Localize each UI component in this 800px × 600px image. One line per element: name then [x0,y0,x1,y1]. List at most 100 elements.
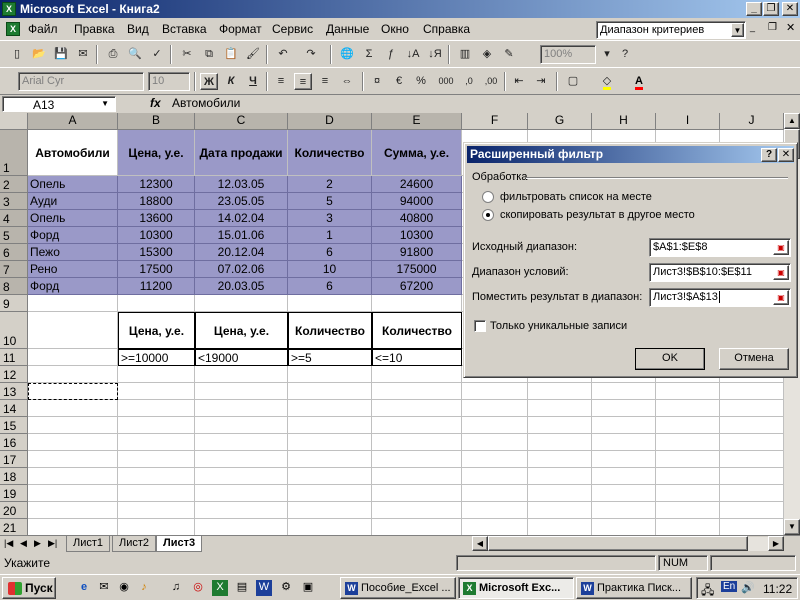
grid-cell[interactable] [462,502,528,519]
grid-cell[interactable] [372,502,462,519]
align-left-icon[interactable]: ≡ [272,73,290,90]
grid-cell[interactable] [528,485,592,502]
sort-desc-icon[interactable]: ↓Я [426,46,444,63]
dialog-title-bar[interactable]: Расширенный фильтр ? ✕ [467,146,794,163]
table-cell[interactable]: 10 [288,261,372,278]
mail-icon[interactable]: ✉ [74,46,92,63]
table-header-cell[interactable]: Цена, у.е. [118,130,195,176]
grid-cell[interactable] [720,468,784,485]
grid-cell[interactable] [372,400,462,417]
currency-icon[interactable]: ¤ [368,73,386,90]
grid-cell[interactable] [592,502,656,519]
criteria-value-cell[interactable]: <=10 [372,349,462,366]
criteria-value-cell[interactable]: >=10000 [118,349,195,366]
grid-cell[interactable] [720,485,784,502]
row-header[interactable]: 14 [0,400,28,417]
decrease-decimal-icon[interactable]: ,00 [482,73,500,90]
column-header[interactable]: H [592,113,656,130]
copy-icon[interactable]: ⧉ [200,46,218,63]
grid-cell[interactable] [195,417,288,434]
table-header-cell[interactable]: Количество [288,130,372,176]
grid-cell[interactable] [656,434,720,451]
grid-cell[interactable] [720,502,784,519]
grid-cell[interactable] [462,383,528,400]
table-header-cell[interactable]: Дата продажи [195,130,288,176]
cut-icon[interactable]: ✂ [178,46,196,63]
opera-icon[interactable]: ◎ [190,580,206,596]
paste-icon[interactable]: 📋 [222,46,240,63]
sheet-tab-3[interactable]: Лист3 [156,536,203,552]
scroll-up-icon[interactable]: ▲ [784,113,800,129]
grid-cell[interactable] [288,383,372,400]
table-cell[interactable]: 17500 [118,261,195,278]
close-icon[interactable]: ✕ [782,2,798,16]
sort-asc-icon[interactable]: ↓A [404,46,422,63]
grid-cell[interactable] [528,434,592,451]
grid-cell[interactable] [288,468,372,485]
row-header[interactable]: 18 [0,468,28,485]
row-header[interactable]: 20 [0,502,28,519]
radio-filter-in-place[interactable] [482,191,494,203]
grid-cell[interactable] [288,434,372,451]
grid-cell[interactable] [528,417,592,434]
collapse-dialog-icon[interactable]: ▣ [773,265,789,280]
table-cell[interactable]: 10300 [118,227,195,244]
borders-icon[interactable]: ▢ [564,73,582,90]
table-cell[interactable]: 23.05.05 [195,193,288,210]
grid-cell[interactable] [656,502,720,519]
grid-cell[interactable] [372,295,462,312]
drawing-icon[interactable]: ✎ [500,46,518,63]
restore-icon[interactable]: ❐ [763,2,779,16]
grid-cell[interactable] [592,451,656,468]
grid-cell[interactable] [372,451,462,468]
grid-cell[interactable] [462,434,528,451]
sheet-tab-2[interactable]: Лист2 [112,536,157,552]
grid-cell[interactable] [195,295,288,312]
grid-cell[interactable] [592,485,656,502]
grid-cell[interactable] [528,400,592,417]
grid-cell[interactable] [118,417,195,434]
table-cell[interactable]: 91800 [372,244,462,261]
format-painter-icon[interactable]: 🖌 [244,46,262,63]
grid-cell[interactable] [462,451,528,468]
grid-cell[interactable] [28,400,118,417]
map-icon[interactable]: ◈ [478,46,496,63]
grid-cell[interactable] [118,451,195,468]
grid-cell[interactable] [462,468,528,485]
help-icon[interactable]: ? [616,46,634,63]
spelling-icon[interactable]: ✓ [148,46,166,63]
grid-cell[interactable] [656,485,720,502]
criteria-value-cell[interactable]: <19000 [195,349,288,366]
grid-cell[interactable] [28,451,118,468]
grid-cell[interactable] [720,383,784,400]
window-title-bar[interactable]: X Microsoft Excel - Книга2 _ ❐ ✕ [0,0,800,18]
grid-cell[interactable] [372,434,462,451]
table-cell[interactable]: 94000 [372,193,462,210]
grid-cell[interactable] [592,400,656,417]
grid-cell[interactable] [720,417,784,434]
row-header[interactable]: 4 [0,210,28,227]
grid-cell[interactable] [195,451,288,468]
table-cell[interactable]: Рено [28,261,118,278]
grid-cell[interactable] [372,519,462,535]
grid-cell[interactable] [592,468,656,485]
grid-cell[interactable] [720,519,784,535]
last-sheet-icon[interactable]: ▶| [48,538,57,549]
table-cell[interactable]: 40800 [372,210,462,227]
row-header[interactable]: 12 [0,366,28,383]
italic-button[interactable]: К [222,73,240,90]
grid-cell[interactable] [28,349,118,366]
destination-range-input[interactable]: Лист3!$A$13 ▣ [649,288,791,307]
next-sheet-icon[interactable]: ▶ [34,538,41,549]
grid-cell[interactable] [528,383,592,400]
table-cell[interactable]: 20.12.04 [195,244,288,261]
close-icon[interactable]: ✕ [778,148,794,162]
media-icon[interactable]: ◉ [116,580,132,596]
row-header[interactable]: 7 [0,261,28,278]
grid-cell[interactable] [288,417,372,434]
column-header[interactable]: B [118,113,195,130]
font-size-select[interactable]: 10 [148,72,190,91]
grid-cell[interactable] [195,485,288,502]
taskbar-word-practice[interactable]: W Практика Писк... [576,577,692,599]
grid-cell[interactable] [372,383,462,400]
